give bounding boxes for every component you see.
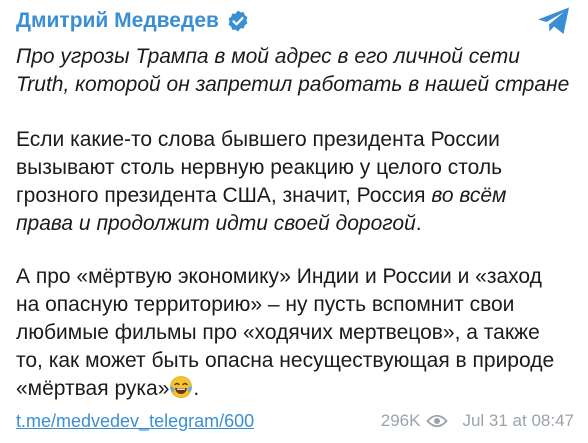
channel-name[interactable]: Дмитрий Медведев xyxy=(16,9,219,33)
post-paragraph-2: Если какие-то слова бывшего президента Р… xyxy=(16,126,574,238)
post-header: Дмитрий Медведев xyxy=(16,6,572,36)
para3-line5: «мёртвая рука» . xyxy=(16,375,574,403)
post-intro: Про угрозы Трампа в мой адрес в его личн… xyxy=(16,43,574,99)
para3-line1: А про «мёртвую экономику» Индии и России… xyxy=(16,265,542,288)
eye-icon xyxy=(426,414,449,428)
views-count: 296K xyxy=(380,411,421,430)
para2-line2: вызывают столь нервную реакцию у целого … xyxy=(16,156,503,179)
intro-text: Про угрозы Трампа в мой адрес в его личн… xyxy=(16,45,570,96)
telegram-plane-icon xyxy=(538,7,569,34)
para2-line1: Если какие-то слова бывшего президента Р… xyxy=(16,128,500,151)
para2-line4-italic: права и продолжит идти своей дорогой xyxy=(16,212,416,235)
para3-line2: на опасную территорию» – ну пусть вспомн… xyxy=(16,293,515,316)
verified-badge-icon xyxy=(228,10,248,32)
post-paragraph-3: А про «мёртвую экономику» Индии и России… xyxy=(16,263,574,403)
post-footer: t.me/medvedev_telegram/600 296K Jul 31 a… xyxy=(16,409,574,433)
para2-line3-italic: во всём xyxy=(431,184,507,207)
para3-line5-text: «мёртвая рука» xyxy=(16,377,170,400)
para3-line4: то, как может быть опасна несуществующая… xyxy=(16,349,555,372)
tears-of-joy-emoji-icon xyxy=(170,376,193,398)
post-meta: 296K Jul 31 at 08:47 xyxy=(381,411,574,431)
para3-end: . xyxy=(193,377,200,400)
post-link[interactable]: t.me/medvedev_telegram/600 xyxy=(16,411,254,432)
para2-line4: права и продолжит идти своей дорогой. xyxy=(16,210,574,238)
para2-line4-end: . xyxy=(415,212,422,235)
telegram-post-card: Дмитрий Медведев Про угрозы Трампа в мой… xyxy=(0,0,588,443)
para3-line3: любимые фильмы про «ходячих мертвецов», … xyxy=(16,321,540,344)
post-timestamp: Jul 31 at 08:47 xyxy=(462,411,574,430)
para2-line3: грозного президента США, значит, Россия … xyxy=(16,182,574,210)
para2-line3-plain: грозного президента США, значит, Россия xyxy=(16,184,432,207)
